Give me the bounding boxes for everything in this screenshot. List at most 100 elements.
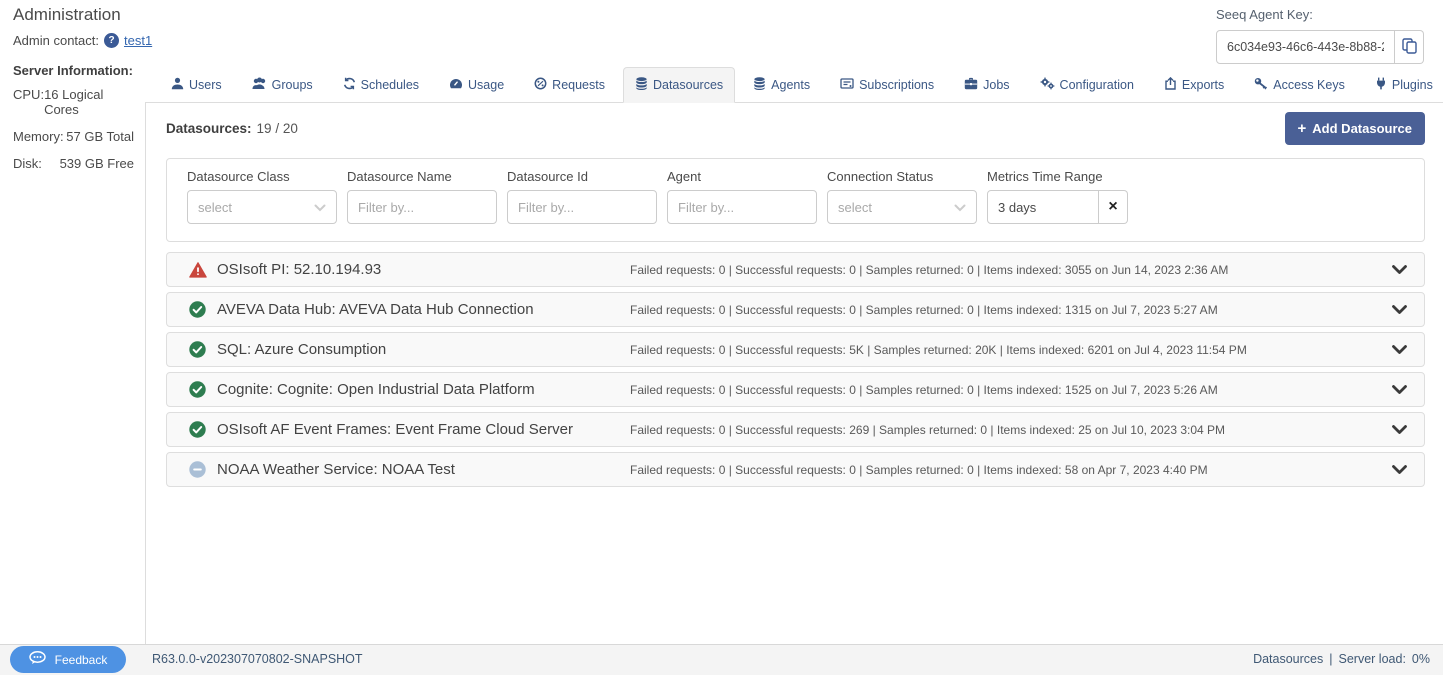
filter-datasource-id: Datasource Id bbox=[507, 169, 657, 224]
status-connected-icon bbox=[189, 421, 207, 438]
filter-label: Connection Status bbox=[827, 169, 977, 184]
clear-filter-button[interactable]: × bbox=[1099, 190, 1128, 224]
tab-label: Requests bbox=[552, 78, 605, 92]
disk-label: Disk: bbox=[13, 156, 42, 171]
filter-datasource-class: Datasource Class select bbox=[187, 169, 337, 224]
server-info-heading: Server Information: bbox=[13, 63, 134, 78]
cpu-label: CPU: bbox=[13, 87, 44, 117]
key-icon bbox=[1254, 77, 1268, 93]
datasource-name-input[interactable] bbox=[347, 190, 497, 224]
plus-icon: + bbox=[1298, 124, 1307, 134]
briefcase-icon bbox=[964, 77, 978, 93]
datasources-panel: Datasources: 19 / 20 + Add Datasource Dat… bbox=[145, 103, 1443, 644]
tab-label: Users bbox=[189, 78, 222, 92]
tab-requests[interactable]: Requests bbox=[522, 67, 617, 103]
filter-metrics-time-range: Metrics Time Range × bbox=[987, 169, 1128, 224]
tab-label: Access Keys bbox=[1273, 78, 1345, 92]
tab-schedules[interactable]: Schedules bbox=[331, 67, 431, 103]
tab-datasources[interactable]: Datasources bbox=[623, 67, 735, 103]
users-icon bbox=[252, 77, 267, 93]
datasource-row-aveva[interactable]: AVEVA Data Hub: AVEVA Data Hub Connectio… bbox=[166, 292, 1425, 327]
expand-chevron-icon[interactable] bbox=[1391, 304, 1408, 315]
tab-groups[interactable]: Groups bbox=[240, 67, 325, 103]
tab-configuration[interactable]: Configuration bbox=[1028, 67, 1146, 103]
page-title: Administration bbox=[13, 5, 121, 25]
refresh-icon bbox=[343, 77, 356, 93]
datasource-class-select[interactable]: select bbox=[187, 190, 337, 224]
tab-label: Schedules bbox=[361, 78, 419, 92]
datasource-row-cognite[interactable]: Cognite: Cognite: Open Industrial Data P… bbox=[166, 372, 1425, 407]
datasources-heading: Datasources: bbox=[166, 121, 252, 136]
add-datasource-label: Add Datasource bbox=[1312, 121, 1412, 136]
tab-exports[interactable]: Exports bbox=[1152, 67, 1236, 103]
tab-label: Jobs bbox=[983, 78, 1009, 92]
memory-label: Memory: bbox=[13, 129, 64, 144]
datasource-title: NOAA Weather Service: NOAA Test bbox=[217, 461, 630, 478]
server-info-disk: Disk: 539 GB Free bbox=[13, 156, 134, 171]
status-disabled-icon bbox=[189, 461, 207, 478]
add-datasource-button[interactable]: + Add Datasource bbox=[1285, 112, 1425, 145]
tab-plugins[interactable]: Plugins bbox=[1363, 67, 1443, 103]
tab-subscriptions[interactable]: Subscriptions bbox=[828, 67, 946, 103]
datasource-row-sql[interactable]: SQL: Azure Consumption Failed requests: … bbox=[166, 332, 1425, 367]
filter-label: Datasource Class bbox=[187, 169, 337, 184]
datasource-id-input[interactable] bbox=[507, 190, 657, 224]
filter-label: Datasource Name bbox=[347, 169, 497, 184]
datasource-list: OSIsoft PI: 52.10.194.93 Failed requests… bbox=[166, 252, 1425, 487]
metrics-time-range-input[interactable] bbox=[987, 190, 1099, 224]
datasource-row-noaa[interactable]: NOAA Weather Service: NOAA Test Failed r… bbox=[166, 452, 1425, 487]
admin-contact: Admin contact: ? test1 bbox=[13, 33, 152, 48]
database-icon bbox=[635, 77, 648, 93]
clear-x-icon: × bbox=[1108, 198, 1117, 216]
tab-bar: Users Groups Schedules Usage Requests Da… bbox=[145, 0, 1443, 103]
expand-chevron-icon[interactable] bbox=[1391, 464, 1408, 475]
expand-chevron-icon[interactable] bbox=[1391, 344, 1408, 355]
connection-status-select[interactable]: select bbox=[827, 190, 977, 224]
tab-label: Exports bbox=[1182, 78, 1224, 92]
expand-chevron-icon[interactable] bbox=[1391, 384, 1408, 395]
tab-jobs[interactable]: Jobs bbox=[952, 67, 1021, 103]
memory-value: 57 GB Total bbox=[66, 129, 134, 144]
gears-icon bbox=[1040, 77, 1055, 93]
main-content: Users Groups Schedules Usage Requests Da… bbox=[145, 0, 1443, 644]
datasource-stats: Failed requests: 0 | Successful requests… bbox=[630, 383, 1381, 397]
export-icon bbox=[1164, 77, 1177, 93]
version-text: R63.0.0-v202307070802-SNAPSHOT bbox=[152, 652, 363, 666]
select-placeholder: select bbox=[198, 200, 232, 215]
tachometer-icon bbox=[449, 77, 463, 93]
footer-divider: | bbox=[1329, 652, 1332, 666]
datasources-count-value: 19 / 20 bbox=[257, 121, 298, 136]
filter-label: Metrics Time Range bbox=[987, 169, 1128, 184]
plug-icon bbox=[1375, 77, 1387, 93]
tab-label: Agents bbox=[771, 78, 810, 92]
filter-agent: Agent bbox=[667, 169, 817, 224]
expand-chevron-icon[interactable] bbox=[1391, 264, 1408, 275]
disk-value: 539 GB Free bbox=[60, 156, 134, 171]
tab-users[interactable]: Users bbox=[159, 67, 234, 103]
question-circle-icon: ? bbox=[104, 33, 119, 48]
status-connected-icon bbox=[189, 301, 207, 318]
server-load-label: Server load: bbox=[1339, 652, 1406, 666]
status-error-icon bbox=[189, 261, 207, 278]
datasource-title: SQL: Azure Consumption bbox=[217, 341, 630, 358]
datasource-stats: Failed requests: 0 | Successful requests… bbox=[630, 263, 1381, 277]
database-icon bbox=[753, 77, 766, 93]
tab-label: Configuration bbox=[1060, 78, 1134, 92]
feedback-button[interactable]: Feedback bbox=[10, 646, 126, 673]
datasource-row-osisoft-af[interactable]: OSIsoft AF Event Frames: Event Frame Clo… bbox=[166, 412, 1425, 447]
speech-bubble-icon bbox=[29, 651, 46, 668]
filter-connection-status: Connection Status select bbox=[827, 169, 977, 224]
datasource-stats: Failed requests: 0 | Successful requests… bbox=[630, 343, 1381, 357]
tab-agents[interactable]: Agents bbox=[741, 67, 822, 103]
tab-usage[interactable]: Usage bbox=[437, 67, 516, 103]
cpu-value: 16 Logical Cores bbox=[44, 87, 134, 117]
agent-input[interactable] bbox=[667, 190, 817, 224]
tab-label: Plugins bbox=[1392, 78, 1433, 92]
filter-panel: Datasource Class select Datasource Name … bbox=[166, 158, 1425, 242]
filter-datasource-name: Datasource Name bbox=[347, 169, 497, 224]
expand-chevron-icon[interactable] bbox=[1391, 424, 1408, 435]
tab-access-keys[interactable]: Access Keys bbox=[1242, 67, 1357, 103]
datasource-row-osisoft-pi[interactable]: OSIsoft PI: 52.10.194.93 Failed requests… bbox=[166, 252, 1425, 287]
datasource-title: AVEVA Data Hub: AVEVA Data Hub Connectio… bbox=[217, 301, 630, 318]
status-bar: Feedback R63.0.0-v202307070802-SNAPSHOT … bbox=[0, 644, 1443, 675]
